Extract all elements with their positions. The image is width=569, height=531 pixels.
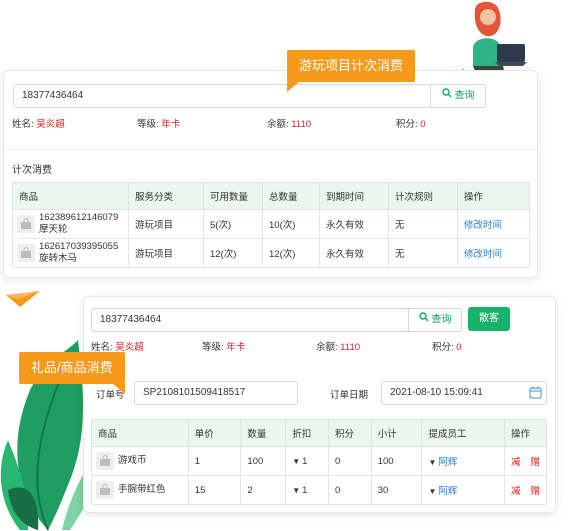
product-name: 手腕带红色 [118,484,166,495]
member-search-input[interactable]: 18377436464 [91,308,409,332]
column-header: 操作 [457,182,530,210]
subtotal-cell: 100 [370,446,423,476]
column-header: 计次规则 [388,182,458,210]
product-thumbnail-icon [96,452,114,470]
discount-cell[interactable]: ▼ 1 [285,446,329,476]
table-row: 162617039395055 旋转木马 游玩项目 12(次) 12(次) 永久有… [12,238,530,268]
product-name: 摩天轮 [39,224,68,235]
available-cell: 5(次) [203,209,263,239]
reduce-button[interactable]: 减 [511,486,521,497]
price-cell: 1 [187,446,242,476]
callout-label: 游玩项目计次消费 [299,58,404,73]
dropdown-arrow-icon: ▼ [292,456,301,466]
category-cell: 游玩项目 [128,238,204,268]
walk-in-customer-button[interactable]: 散客 [468,307,510,331]
section-title: 计次消费 [12,165,52,176]
column-header: 服务分类 [128,182,204,210]
table-header-row: 商品 服务分类 可用数量 总数量 到期时间 计次规则 操作 [12,182,530,210]
dropdown-arrow-icon: ▼ [292,485,301,495]
paper-plane-icon [6,291,40,307]
column-header: 总数量 [262,182,320,210]
column-header: 小计 [370,419,423,447]
callout-label: 礼品/商品消费 [31,360,113,375]
order-number-field[interactable]: SP2108101509418517 [134,381,298,405]
calendar-icon[interactable] [529,386,542,402]
staff-cell[interactable]: ▼ 阿辉 [421,475,505,505]
category-cell: 游玩项目 [128,209,204,239]
column-header: 可用数量 [203,182,263,210]
product-thumbnail-icon [17,215,35,233]
product-thumbnail-icon [96,481,114,499]
callout-count-consumption: 游玩项目计次消费 [287,50,416,92]
expiry-cell: 永久有效 [319,238,389,268]
reduce-button[interactable]: 减 [511,457,521,468]
points-cell: 0 [328,446,372,476]
points-cell: 0 [328,475,372,505]
product-consumption-panel: 18377436464 查询 散客 姓名: 吴炎超 等级: 年卡 余额: 111… [83,296,556,513]
column-header: 折扣 [285,419,329,447]
table-row: 162389612146079 摩天轮 游玩项目 5(次) 10(次) 永久有效 … [12,209,530,239]
member-level: 等级: 年卡 [202,342,246,353]
price-cell: 15 [187,475,242,505]
member-search-input[interactable]: 18377436464 [13,84,431,108]
order-items-table: 商品 单价 数量 折扣 积分 小计 提成员工 操作 游戏币 1 100 ▼ 1 0… [91,419,548,505]
search-icon [418,309,429,331]
quantity-cell[interactable]: 2 [240,475,287,505]
product-name: 旋转木马 [39,253,78,264]
query-button-label: 查询 [454,90,475,102]
order-date-field[interactable]: 2021-08-10 15:09:41 [381,381,547,405]
member-level: 等级: 年卡 [137,119,181,130]
staff-cell[interactable]: ▼ 阿辉 [421,446,505,476]
column-header: 到期时间 [319,182,389,210]
member-balance: 余额: 1110 [316,342,361,353]
gift-button[interactable]: 赠 [530,486,540,497]
discount-cell[interactable]: ▼ 1 [285,475,329,505]
callout-product-consumption: 礼品/商品消费 [19,352,125,394]
member-name: 姓名: 吴炎超 [12,119,65,130]
column-header: 提成员工 [421,419,505,447]
modify-time-link[interactable]: 修改时间 [464,220,502,231]
table-row: 游戏币 1 100 ▼ 1 0 100 ▼ 阿辉 减赠 [91,446,548,476]
table-row: 手腕带红色 15 2 ▼ 1 0 30 ▼ 阿辉 减赠 [91,475,548,505]
available-cell: 12(次) [203,238,263,268]
rule-cell: 无 [388,238,458,268]
product-thumbnail-icon [17,244,35,262]
search-icon [441,85,452,107]
total-cell: 10(次) [262,209,320,239]
gift-button[interactable]: 赠 [530,457,540,468]
column-header: 操作 [503,419,548,447]
member-balance: 余额: 1110 [267,119,312,130]
rule-cell: 无 [388,209,458,239]
member-points: 积分: 0 [432,342,462,353]
member-name: 姓名: 吴炎超 [91,342,144,353]
product-code: 162389612146079 [39,212,119,223]
column-header: 商品 [12,182,129,210]
dropdown-arrow-icon: ▼ [428,487,437,496]
query-button[interactable]: 查询 [408,308,462,332]
column-header: 商品 [91,419,189,447]
product-code: 162617039395055 [39,241,119,252]
member-points: 积分: 0 [396,119,426,130]
subtotal-cell: 30 [370,475,423,505]
query-button[interactable]: 查询 [430,84,486,108]
column-header: 单价 [187,419,242,447]
query-button-label: 查询 [431,314,452,326]
product-name: 游戏币 [118,455,147,466]
dropdown-arrow-icon: ▼ [428,458,437,467]
total-cell: 12(次) [262,238,320,268]
column-header: 积分 [328,419,372,447]
column-header: 数量 [240,419,287,447]
modify-time-link[interactable]: 修改时间 [464,249,502,260]
count-items-table: 商品 服务分类 可用数量 总数量 到期时间 计次规则 操作 1623896121… [12,182,530,268]
count-consumption-panel: 18377436464 查询 姓名: 吴炎超 等级: 年卡 余额: 1110 积… [3,70,538,278]
order-date-label: 订单日期 [330,390,369,401]
table-header-row: 商品 单价 数量 折扣 积分 小计 提成员工 操作 [91,419,548,447]
expiry-cell: 永久有效 [319,209,389,239]
quantity-cell[interactable]: 100 [240,446,287,476]
